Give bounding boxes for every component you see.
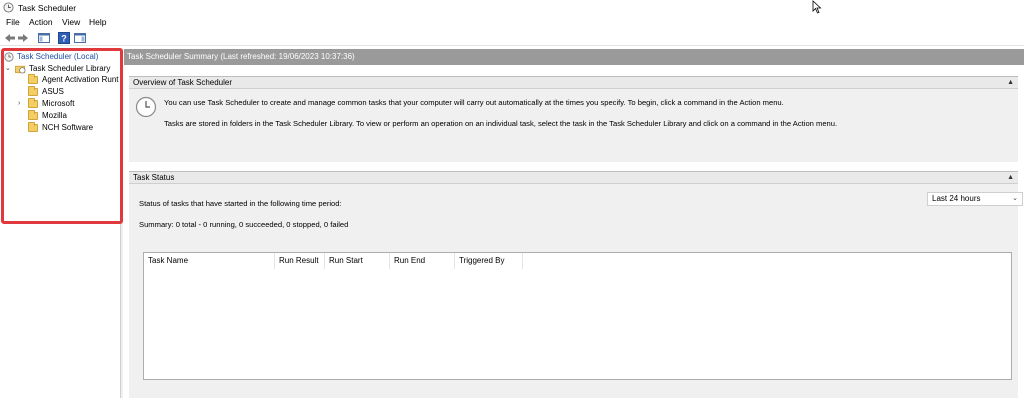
action-pane-icon[interactable] (74, 32, 86, 44)
menu-help[interactable]: Help (89, 17, 106, 27)
help-icon[interactable]: ? (58, 32, 70, 44)
overview-text-1: You can use Task Scheduler to create and… (164, 98, 784, 107)
window-title: Task Scheduler (18, 3, 77, 13)
column-header-run-start[interactable]: Run Start (325, 253, 390, 269)
menu-action[interactable]: Action (29, 17, 53, 27)
back-arrow-icon[interactable] (4, 32, 16, 44)
chevron-down-icon: ⌄ (1012, 195, 1018, 202)
collapse-icon[interactable]: ▲ (1007, 172, 1014, 184)
period-label: Status of tasks that have started in the… (139, 199, 342, 208)
tree-folder-label: Agent Activation Runt (42, 75, 119, 84)
clock-icon (135, 96, 157, 118)
task-status-section-body: Status of tasks that have started in the… (129, 184, 1023, 398)
tree-item-folder[interactable]: NCH Software (28, 122, 121, 134)
tree-item-folder[interactable]: Mozilla (28, 110, 121, 122)
task-scheduler-icon (3, 2, 14, 13)
period-select[interactable]: Last 24 hours ⌄ (927, 192, 1023, 206)
tree-item-root[interactable]: Task Scheduler (Local) (4, 51, 121, 63)
period-select-value: Last 24 hours (932, 194, 981, 203)
column-header-run-result[interactable]: Run Result (275, 253, 325, 269)
column-header-triggered-by[interactable]: Triggered By (455, 253, 523, 269)
menu-file[interactable]: File (6, 17, 20, 27)
task-status-section-title: Task Status (133, 173, 175, 182)
summary-header: Task Scheduler Summary (Last refreshed: … (124, 49, 1024, 65)
tree-folder-label: Mozilla (42, 111, 67, 120)
menu-view[interactable]: View (62, 17, 80, 27)
overview-text-2: Tasks are stored in folders in the Task … (164, 119, 838, 128)
column-header-run-end[interactable]: Run End (390, 253, 455, 269)
task-status-section-header[interactable]: Task Status ▲ (129, 171, 1018, 184)
menu-bar: File Action View Help (0, 15, 1024, 29)
task-scheduler-icon (4, 52, 14, 62)
toolbar: ? (0, 30, 1024, 46)
main-pane: Task Scheduler Summary (Last refreshed: … (124, 49, 1024, 398)
summary-text: Summary: 0 total - 0 running, 0 succeede… (139, 220, 349, 229)
cursor-icon (812, 0, 822, 14)
tree-item-folder[interactable]: ASUS (28, 86, 121, 98)
collapse-icon[interactable]: ▲ (1007, 77, 1014, 89)
chevron-down-icon[interactable]: ⌄ (5, 63, 11, 75)
overview-section-header[interactable]: Overview of Task Scheduler ▲ (129, 76, 1018, 89)
tree-root-label: Task Scheduler (Local) (17, 52, 99, 61)
svg-text:?: ? (61, 34, 67, 44)
folder-icon (28, 86, 38, 96)
navigation-tree: Task Scheduler (Local) ⌄ Task Scheduler … (0, 49, 121, 398)
task-status-table[interactable]: Task Name Run Result Run Start Run End T… (143, 252, 1012, 380)
folder-clock-icon (15, 65, 26, 74)
overview-section-body: You can use Task Scheduler to create and… (129, 89, 1018, 162)
forward-arrow-icon[interactable] (17, 32, 29, 44)
column-header-task-name[interactable]: Task Name (144, 253, 275, 269)
tree-item-folder[interactable]: › Microsoft (18, 98, 121, 110)
folder-icon (28, 98, 38, 108)
tree-folder-label: NCH Software (42, 123, 94, 132)
title-bar: Task Scheduler (0, 0, 1024, 15)
folder-icon (28, 74, 38, 84)
overview-section-title: Overview of Task Scheduler (133, 78, 233, 87)
tree-folder-label: Microsoft (42, 99, 75, 108)
console-tree-icon[interactable] (38, 32, 50, 44)
folder-icon (28, 122, 38, 132)
pane-splitter[interactable] (121, 49, 123, 398)
folder-icon (28, 110, 38, 120)
chevron-right-icon[interactable]: › (18, 98, 20, 110)
tree-item-folder[interactable]: Agent Activation Runt (28, 74, 121, 86)
tree-folder-label: ASUS (42, 87, 64, 96)
